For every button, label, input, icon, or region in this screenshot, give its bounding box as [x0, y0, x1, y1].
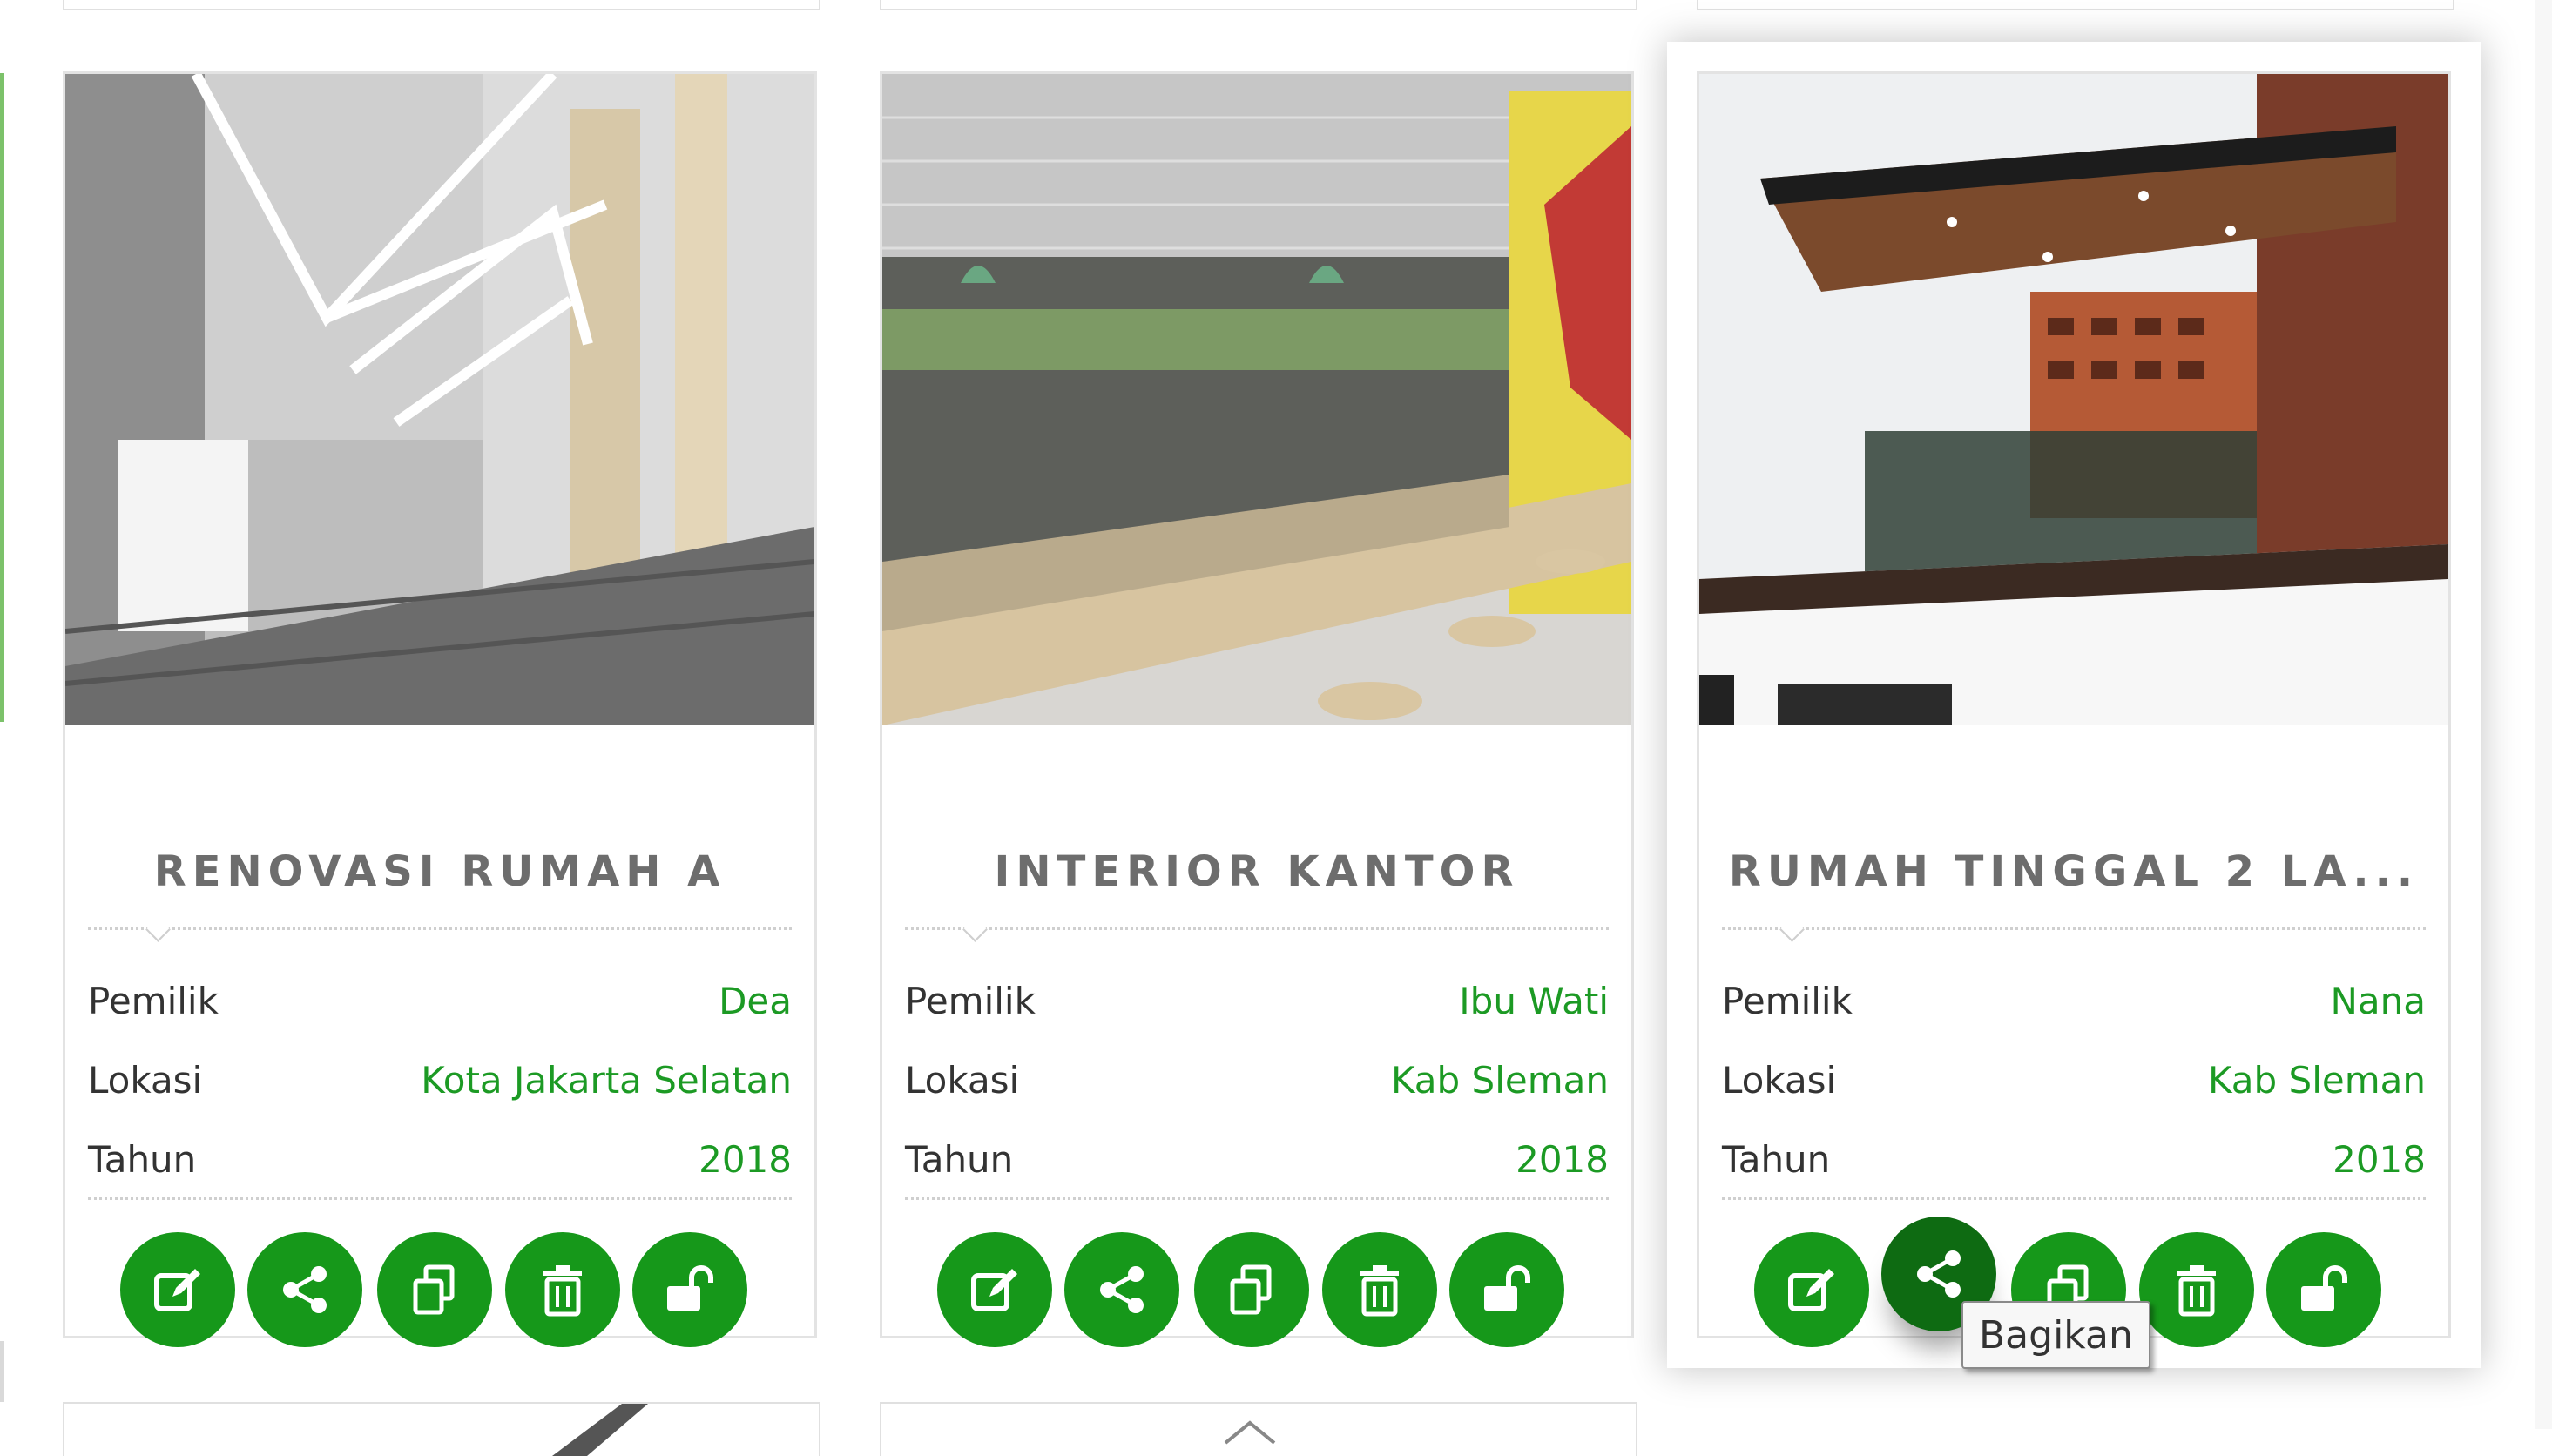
location-value: Kota Jakarta Selatan	[421, 1059, 792, 1102]
owner-value: Dea	[719, 980, 792, 1022]
owner-label: Pemilik	[88, 980, 219, 1022]
delete-button[interactable]	[1322, 1232, 1437, 1347]
copy-button[interactable]	[377, 1232, 492, 1347]
delete-button[interactable]	[505, 1232, 620, 1347]
left-card-edge	[0, 73, 4, 722]
location-label: Lokasi	[88, 1059, 203, 1102]
copy-button[interactable]	[1194, 1232, 1309, 1347]
card-below-2	[880, 1402, 1637, 1456]
unlock-button[interactable]	[632, 1232, 747, 1347]
info-row-owner: Pemilik Dea	[88, 980, 792, 1032]
title-divider-notch	[1779, 917, 1805, 942]
info-row-year: Tahun 2018	[88, 1138, 792, 1190]
info-row-location: Lokasi Kota Jakarta Selatan	[88, 1059, 792, 1111]
owner-value: Nana	[2330, 980, 2426, 1022]
edit-button[interactable]	[1754, 1232, 1869, 1347]
info-row-location: Lokasi Kab Sleman	[1722, 1059, 2426, 1111]
project-image-1	[65, 74, 814, 725]
edit-button[interactable]	[937, 1232, 1052, 1347]
trash-icon	[543, 1265, 582, 1317]
location-value: Kab Sleman	[1391, 1059, 1609, 1102]
info-row-year: Tahun 2018	[1722, 1138, 2426, 1190]
card-above-2	[880, 0, 1637, 10]
unlock-button[interactable]	[1449, 1232, 1564, 1347]
unlock-button[interactable]	[2266, 1232, 2381, 1347]
project-title: RUMAH TINGGAL 2 LA...	[1728, 847, 2420, 896]
project-card-1[interactable]: RENOVASI RUMAH A Pemilik Dea Lokasi Kota…	[63, 71, 817, 1347]
year-label: Tahun	[905, 1138, 1014, 1181]
share-icon	[1100, 1266, 1144, 1313]
title-divider	[88, 927, 792, 930]
location-label: Lokasi	[1722, 1059, 1837, 1102]
location-label: Lokasi	[905, 1059, 1020, 1102]
project-title: INTERIOR KANTOR	[994, 847, 1520, 896]
scroll-up-icon	[1224, 1420, 1276, 1445]
owner-value: Ibu Wati	[1459, 980, 1609, 1022]
project-image-2	[882, 74, 1631, 725]
card-above-1	[63, 0, 820, 10]
delete-button[interactable]	[2139, 1232, 2254, 1347]
project-title: RENOVASI RUMAH A	[153, 847, 726, 896]
project-image-3	[1699, 74, 2448, 725]
unlock-icon	[667, 1265, 713, 1311]
info-divider	[905, 1197, 1609, 1200]
title-divider-notch	[962, 917, 988, 942]
page-edge	[2535, 0, 2552, 1429]
info-divider	[1722, 1197, 2426, 1200]
title-divider-notch	[145, 917, 171, 942]
edit-icon	[971, 1269, 1017, 1311]
title-divider	[1722, 927, 2426, 930]
year-value: 2018	[2333, 1138, 2426, 1181]
trash-icon	[1360, 1265, 1399, 1317]
share-icon	[283, 1266, 327, 1313]
year-label: Tahun	[1722, 1138, 1831, 1181]
info-row-year: Tahun 2018	[905, 1138, 1609, 1190]
project-card-2[interactable]: INTERIOR KANTOR Pemilik Ibu Wati Lokasi …	[880, 71, 1634, 1347]
share-icon	[1917, 1250, 1961, 1298]
share-tooltip: Bagikan	[1961, 1301, 2150, 1369]
title-divider	[905, 927, 1609, 930]
year-value: 2018	[1516, 1138, 1609, 1181]
card-below-1	[63, 1402, 820, 1456]
info-divider	[88, 1197, 792, 1200]
edit-button[interactable]	[120, 1232, 235, 1347]
trash-icon	[2177, 1265, 2216, 1317]
info-row-owner: Pemilik Ibu Wati	[905, 980, 1609, 1032]
info-row-location: Lokasi Kab Sleman	[905, 1059, 1609, 1111]
unlock-icon	[1484, 1265, 1530, 1311]
year-value: 2018	[699, 1138, 792, 1181]
left-card-edge-bottom	[0, 1341, 4, 1402]
share-button[interactable]	[247, 1232, 362, 1347]
copy-icon	[413, 1264, 455, 1315]
card-above-3	[1697, 0, 2454, 10]
edit-icon	[1788, 1269, 1834, 1311]
card-below-1-image	[552, 1404, 648, 1456]
year-label: Tahun	[88, 1138, 197, 1181]
edit-icon	[154, 1269, 200, 1311]
owner-label: Pemilik	[905, 980, 1036, 1022]
copy-icon	[1230, 1264, 1272, 1315]
share-button[interactable]	[1064, 1232, 1179, 1347]
project-card-3[interactable]: RUMAH TINGGAL 2 LA... Pemilik Nana Lokas…	[1697, 71, 2451, 1347]
info-row-owner: Pemilik Nana	[1722, 980, 2426, 1032]
unlock-icon	[2301, 1265, 2347, 1311]
location-value: Kab Sleman	[2208, 1059, 2426, 1102]
owner-label: Pemilik	[1722, 980, 1853, 1022]
